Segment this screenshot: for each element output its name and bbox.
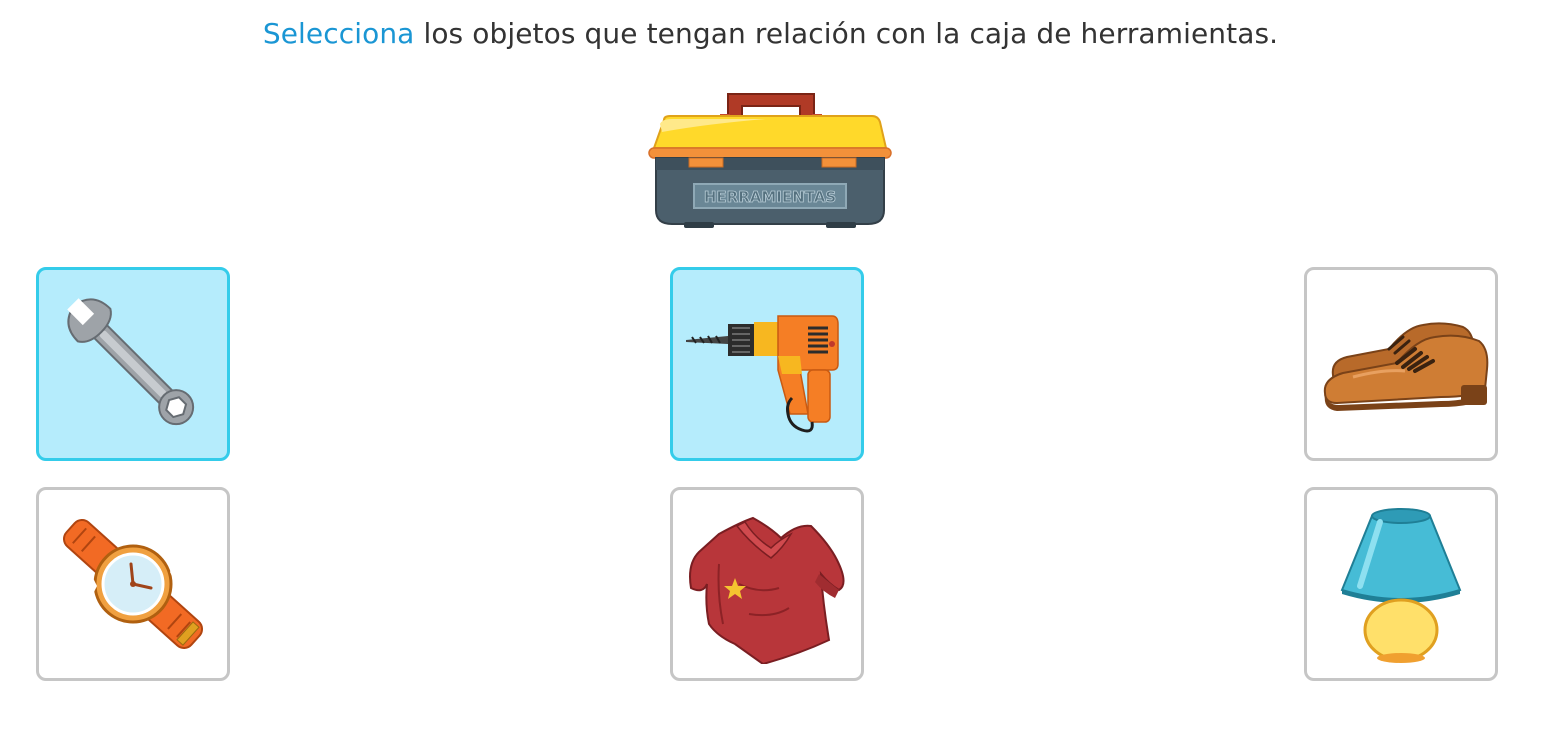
option-card-wristwatch[interactable] <box>36 487 230 681</box>
option-card-lamp[interactable] <box>1304 487 1498 681</box>
instruction-rest: los objetos que tengan relación con la c… <box>414 17 1279 50</box>
wristwatch-icon <box>62 519 204 649</box>
toolbox-label: HERRAMIENTAS <box>704 188 836 206</box>
option-card-sweater[interactable] <box>670 487 864 681</box>
drill-icon <box>686 315 839 433</box>
option-card-shoes[interactable] <box>1304 267 1498 461</box>
option-card-wrench[interactable] <box>36 267 230 461</box>
lamp-icon <box>1340 508 1462 663</box>
toolbox-image: HERRAMIENTAS <box>646 88 894 233</box>
instruction-highlight: Selecciona <box>262 17 415 50</box>
toolbox-icon: HERRAMIENTAS <box>648 93 892 228</box>
shoes-icon <box>1323 322 1489 411</box>
sweater-icon <box>689 516 845 664</box>
instruction-text: Selecciona los objetos que tengan relaci… <box>0 17 1541 50</box>
wrench-icon <box>67 298 195 426</box>
option-card-drill[interactable] <box>670 267 864 461</box>
